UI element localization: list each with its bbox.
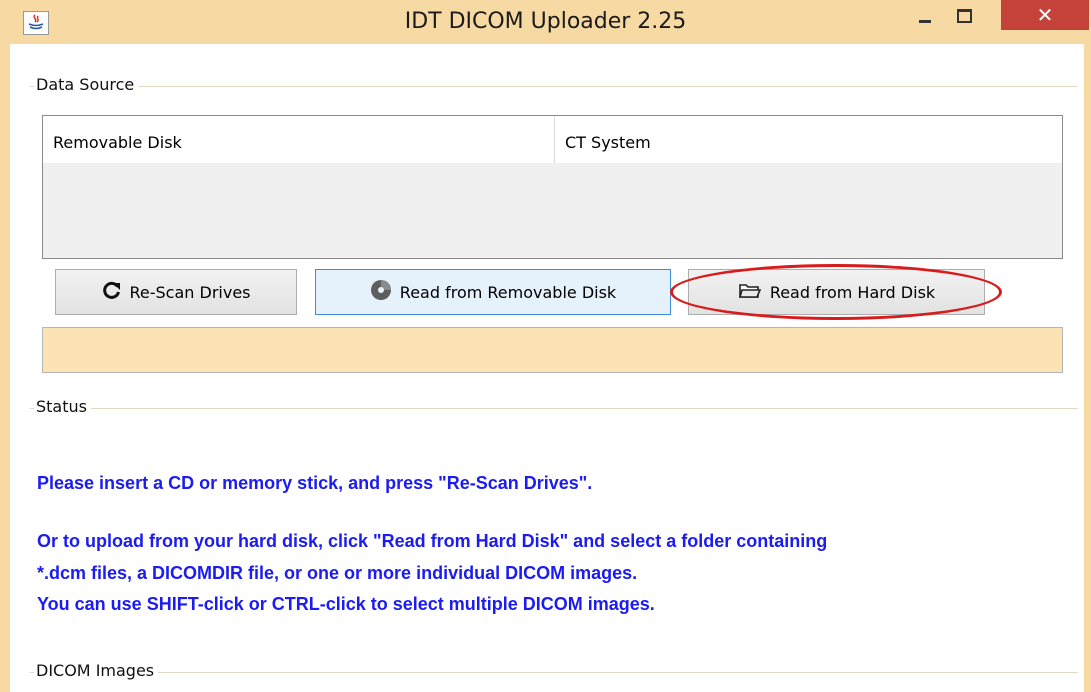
drive-table-header-row: Removable Disk CT System bbox=[43, 116, 1062, 163]
app-window: IDT DICOM Uploader 2.25 ✕ Data Source Re… bbox=[0, 0, 1091, 692]
minimize-button[interactable] bbox=[910, 6, 940, 32]
read-from-hard-disk-button[interactable]: Read from Hard Disk bbox=[688, 269, 985, 315]
folder-icon bbox=[738, 281, 762, 303]
rescan-drives-button[interactable]: Re-Scan Drives bbox=[55, 269, 297, 315]
data-source-group-label: Data Source bbox=[34, 75, 139, 94]
rescan-drives-label: Re-Scan Drives bbox=[129, 282, 251, 302]
dicom-images-group-border bbox=[30, 672, 1078, 673]
progress-bar bbox=[42, 327, 1063, 373]
data-source-group-border bbox=[30, 86, 1078, 87]
maximize-button[interactable] bbox=[950, 6, 980, 32]
column-header-ct-system[interactable]: CT System bbox=[555, 116, 1062, 163]
dicom-images-group-label: DICOM Images bbox=[34, 661, 159, 680]
status-group-label: Status bbox=[34, 397, 91, 416]
status-group-border bbox=[30, 408, 1078, 409]
close-button[interactable]: ✕ bbox=[1001, 0, 1089, 30]
read-from-removable-disk-label: Read from Removable Disk bbox=[399, 282, 617, 302]
status-message-line-1: Please insert a CD or memory stick, and … bbox=[37, 473, 593, 493]
disc-icon bbox=[370, 279, 392, 305]
status-message-line-3: *.dcm files, a DICOMDIR file, or one or … bbox=[37, 563, 638, 583]
minimize-icon bbox=[919, 20, 931, 23]
close-icon: ✕ bbox=[1036, 3, 1054, 27]
title-bar: IDT DICOM Uploader 2.25 ✕ bbox=[0, 0, 1091, 44]
read-from-hard-disk-label: Read from Hard Disk bbox=[769, 282, 936, 302]
status-message-line-4: You can use SHIFT-click or CTRL-click to… bbox=[37, 594, 655, 614]
status-message-line-2: Or to upload from your hard disk, click … bbox=[37, 531, 828, 551]
drive-table[interactable]: Removable Disk CT System bbox=[42, 115, 1063, 259]
read-from-removable-disk-button[interactable]: Read from Removable Disk bbox=[315, 269, 671, 315]
refresh-icon bbox=[102, 280, 122, 304]
maximize-icon bbox=[957, 9, 972, 23]
column-header-removable-disk[interactable]: Removable Disk bbox=[43, 116, 555, 163]
